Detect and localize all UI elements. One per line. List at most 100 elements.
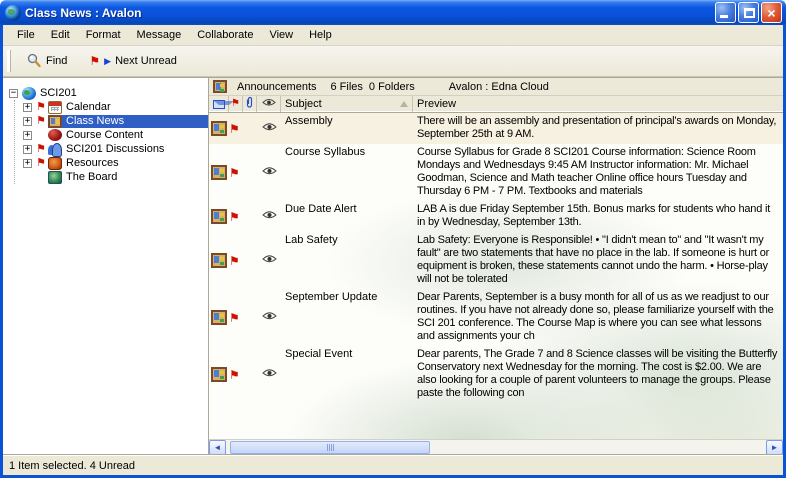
tree-item-label: The Board xyxy=(65,171,120,184)
message-icon xyxy=(211,253,227,268)
tree-item-discussions[interactable]: + ⚑ SCI201 Discussions xyxy=(23,142,208,156)
server-location: Avalon : Edna Cloud xyxy=(449,81,549,93)
panel-header: Announcements 6 Files 0 Folders Avalon :… xyxy=(209,78,783,96)
column-subject[interactable]: Subject xyxy=(281,96,413,112)
expand-icon[interactable]: + xyxy=(23,103,32,112)
message-row-course-syllabus[interactable]: ⚑ Course Syllabus Course Syllabus for Gr… xyxy=(209,144,783,201)
expand-icon[interactable]: + xyxy=(23,117,32,126)
column-attachment[interactable] xyxy=(243,96,257,112)
collapse-expander[interactable]: − xyxy=(9,89,18,98)
message-preview: LAB A is due Friday September 15th. Bonu… xyxy=(413,201,783,232)
eye-icon xyxy=(262,254,277,267)
panel-title: Announcements xyxy=(237,81,317,93)
unread-flag-icon: ⚑ xyxy=(36,144,48,155)
scrollbar-thumb[interactable] xyxy=(230,441,430,454)
scroll-left-button[interactable]: ◄ xyxy=(209,440,226,455)
find-button[interactable]: Find xyxy=(19,49,74,73)
message-subject: Due Date Alert xyxy=(281,201,413,232)
tree-item-sci201[interactable]: − SCI201 xyxy=(9,86,208,100)
files-count: 6 Files xyxy=(331,81,363,93)
unread-flag-icon: ⚑ xyxy=(36,116,48,127)
expand-icon[interactable]: + xyxy=(23,131,32,140)
next-unread-button[interactable]: ⚑ ▶ Next Unread xyxy=(82,51,183,71)
eye-icon xyxy=(262,166,277,179)
toolbar-grip[interactable] xyxy=(7,50,11,72)
menu-help[interactable]: Help xyxy=(301,27,340,43)
column-preview[interactable]: Preview xyxy=(413,96,783,112)
tree-item-course-content[interactable]: + Course Content xyxy=(23,128,208,142)
maximize-button[interactable] xyxy=(738,2,759,23)
tree-item-calendar[interactable]: + ⚑ Calendar xyxy=(23,100,208,114)
unread-flag-icon: ⚑ xyxy=(229,123,240,135)
globe-icon xyxy=(22,87,36,100)
message-subject: Special Event xyxy=(281,346,413,403)
message-row-lab-safety[interactable]: ⚑ Lab Safety Lab Safety: Everyone is Res… xyxy=(209,232,783,289)
close-button[interactable]: × xyxy=(761,2,782,23)
unread-flag-icon: ⚑ xyxy=(229,255,240,267)
unread-flag-icon: ⚑ xyxy=(229,369,240,381)
tree-item-label: Resources xyxy=(65,157,122,170)
eye-icon xyxy=(262,368,277,381)
expand-icon[interactable]: + xyxy=(23,159,32,168)
unread-flag-icon: ⚑ xyxy=(229,211,240,223)
message-row-due-date-alert[interactable]: ⚑ Due Date Alert LAB A is due Friday Sep… xyxy=(209,201,783,232)
tree-item-label: Calendar xyxy=(65,101,114,114)
menu-view[interactable]: View xyxy=(261,27,301,43)
eye-icon xyxy=(262,98,276,110)
expand-icon[interactable]: + xyxy=(23,145,32,154)
folder-tree-panel: − SCI201 + ⚑ Calendar + ⚑ Class News xyxy=(3,78,209,455)
message-icon xyxy=(211,209,227,224)
menu-message[interactable]: Message xyxy=(129,27,190,43)
scrollbar-track[interactable] xyxy=(226,440,766,455)
column-read-status[interactable] xyxy=(257,96,281,112)
expander-placeholder xyxy=(23,173,32,182)
announcements-icon xyxy=(213,80,227,93)
message-icon xyxy=(211,121,227,136)
horizontal-scrollbar[interactable]: ◄ ► xyxy=(209,439,783,455)
unread-flag-icon: ⚑ xyxy=(36,158,48,169)
next-arrow-icon: ▶ xyxy=(104,57,111,66)
title-bar[interactable]: Class News : Avalon × xyxy=(0,0,786,25)
message-list: ⚑ Assembly There will be an assembly and… xyxy=(209,113,783,439)
course-content-icon xyxy=(48,129,62,141)
discussions-people-icon xyxy=(48,143,62,156)
tree-item-class-news[interactable]: + ⚑ Class News xyxy=(23,114,208,128)
menu-collaborate[interactable]: Collaborate xyxy=(189,27,261,43)
message-subject: Lab Safety xyxy=(281,232,413,289)
message-preview: Dear parents, The Grade 7 and 8 Science … xyxy=(413,346,783,403)
toolbar: Find ⚑ ▶ Next Unread xyxy=(3,46,783,77)
unread-flag-icon: ⚑ xyxy=(229,167,240,179)
close-icon: × xyxy=(762,4,781,22)
the-board-icon xyxy=(48,171,62,184)
tree-item-the-board[interactable]: The Board xyxy=(23,170,208,184)
message-row-special-event[interactable]: ⚑ Special Event Dear parents, The Grade … xyxy=(209,346,783,403)
message-row-assembly[interactable]: ⚑ Assembly There will be an assembly and… xyxy=(209,113,783,144)
message-icon xyxy=(211,165,227,180)
tree-item-label: Course Content xyxy=(65,129,146,142)
magnifier-icon xyxy=(26,53,42,69)
minimize-button[interactable] xyxy=(715,2,736,23)
minimize-icon xyxy=(720,15,728,18)
column-item-type[interactable] xyxy=(209,96,229,112)
unread-flag-icon: ⚑ xyxy=(89,55,100,67)
message-preview: There will be an assembly and presentati… xyxy=(413,113,783,144)
tree-children: + ⚑ Calendar + ⚑ Class News + xyxy=(14,100,208,184)
announcements-panel: Announcements 6 Files 0 Folders Avalon :… xyxy=(209,78,783,455)
menu-bar: File Edit Format Message Collaborate Vie… xyxy=(3,25,783,46)
tree-item-resources[interactable]: + ⚑ Resources xyxy=(23,156,208,170)
eye-icon xyxy=(262,210,277,223)
menu-format[interactable]: Format xyxy=(78,27,129,43)
folders-count: 0 Folders xyxy=(369,81,415,93)
window-title: Class News : Avalon xyxy=(25,6,715,20)
status-bar: 1 Item selected. 4 Unread xyxy=(3,455,783,475)
scroll-right-button[interactable]: ► xyxy=(766,440,783,455)
tree-item-label: Class News xyxy=(65,115,127,128)
globe-app-icon xyxy=(5,5,21,21)
menu-file[interactable]: File xyxy=(9,27,43,43)
menu-edit[interactable]: Edit xyxy=(43,27,78,43)
preview-header-label: Preview xyxy=(417,98,456,110)
message-row-september-update[interactable]: ⚑ September Update Dear Parents, Septemb… xyxy=(209,289,783,346)
maximize-icon xyxy=(744,8,755,18)
column-headers: ⚑ Su xyxy=(209,96,783,113)
message-subject: September Update xyxy=(281,289,413,346)
